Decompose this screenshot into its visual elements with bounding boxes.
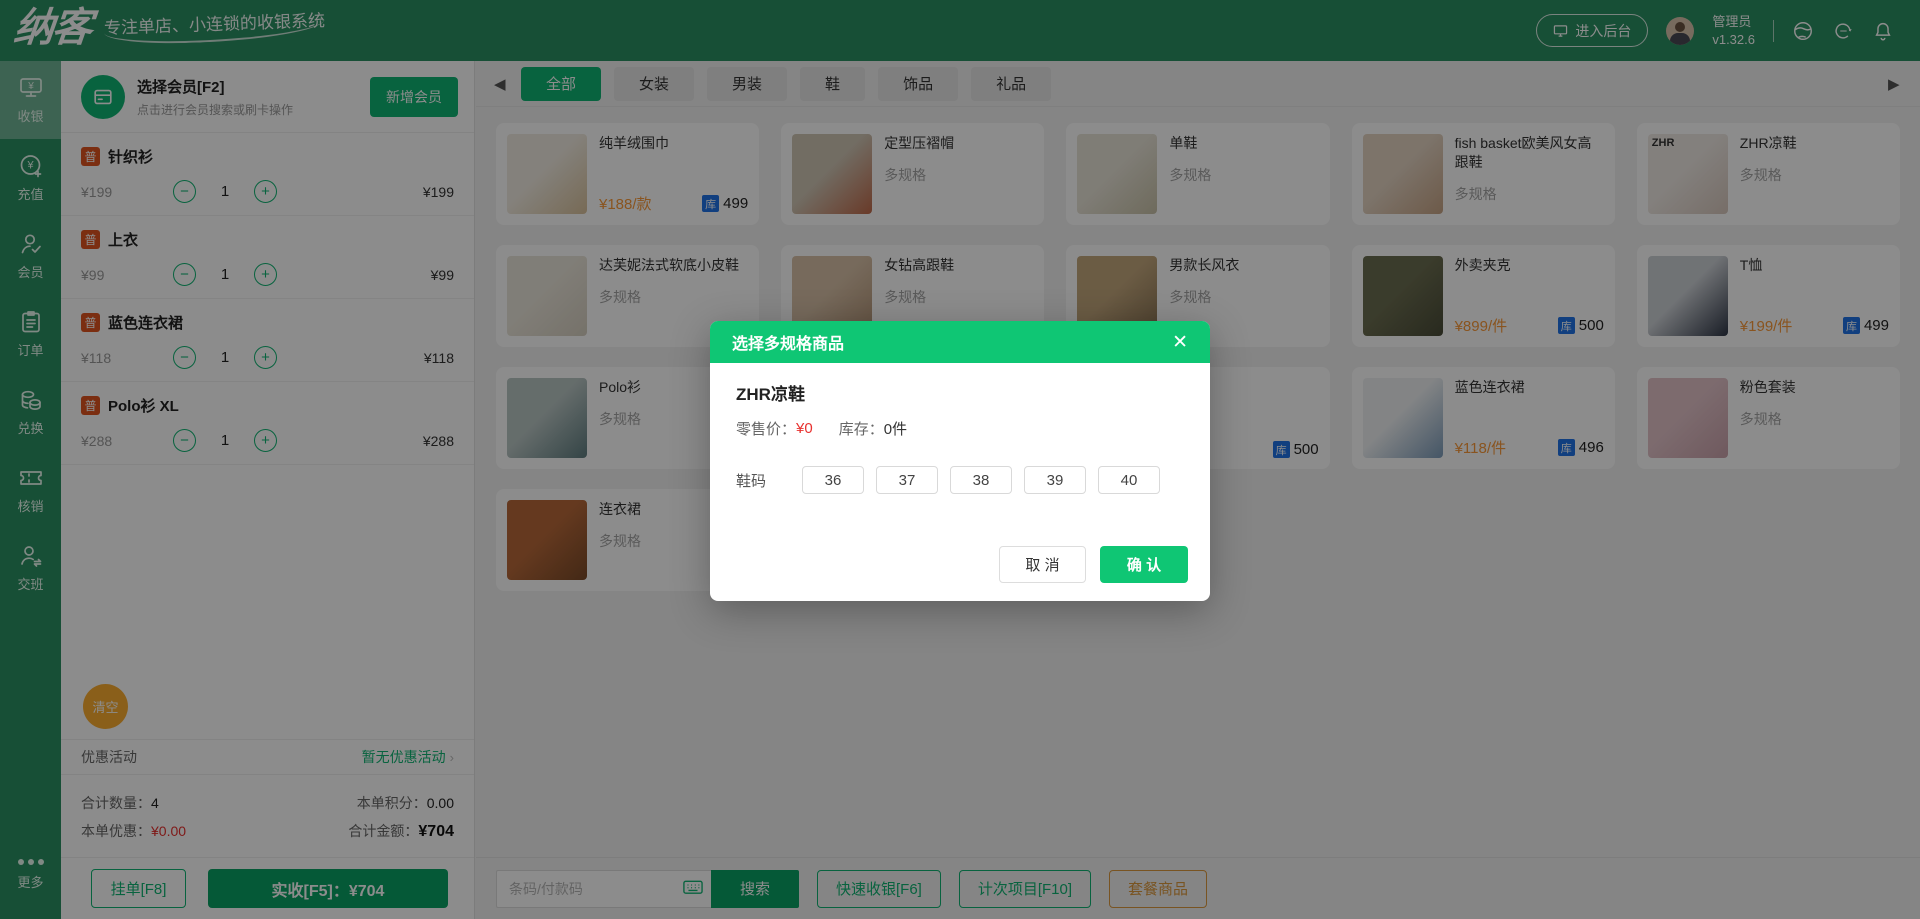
size-option-39[interactable]: 39 <box>1024 466 1086 494</box>
size-option-38[interactable]: 38 <box>950 466 1012 494</box>
size-option-36[interactable]: 36 <box>802 466 864 494</box>
modal-title: 选择多规格商品 <box>732 336 845 353</box>
confirm-button[interactable]: 确 认 <box>1100 546 1188 583</box>
cancel-button[interactable]: 取 消 <box>999 546 1086 583</box>
spec-select-modal: 选择多规格商品 ✕ ZHR凉鞋 零售价： ¥0 库存： 0件 鞋码 36 37 … <box>710 321 1210 601</box>
size-spec-label: 鞋码 <box>736 472 767 490</box>
stock-value: 0件 <box>883 421 908 438</box>
retail-price-label: 零售价： <box>736 421 797 438</box>
size-option-40[interactable]: 40 <box>1098 466 1160 494</box>
retail-price-value: ¥0 <box>796 420 813 437</box>
size-option-37[interactable]: 37 <box>876 466 938 494</box>
pos-screen: 纳客 专注单店、小连锁的收银系统 进入后台 管理员 v1.32.6 ¥ 收银 ¥… <box>0 0 1920 919</box>
stock-label: 库存： <box>838 421 884 438</box>
close-icon[interactable]: ✕ <box>1172 333 1188 352</box>
modal-product-name: ZHR凉鞋 <box>736 385 805 404</box>
modal-header: 选择多规格商品 ✕ <box>710 321 1210 363</box>
